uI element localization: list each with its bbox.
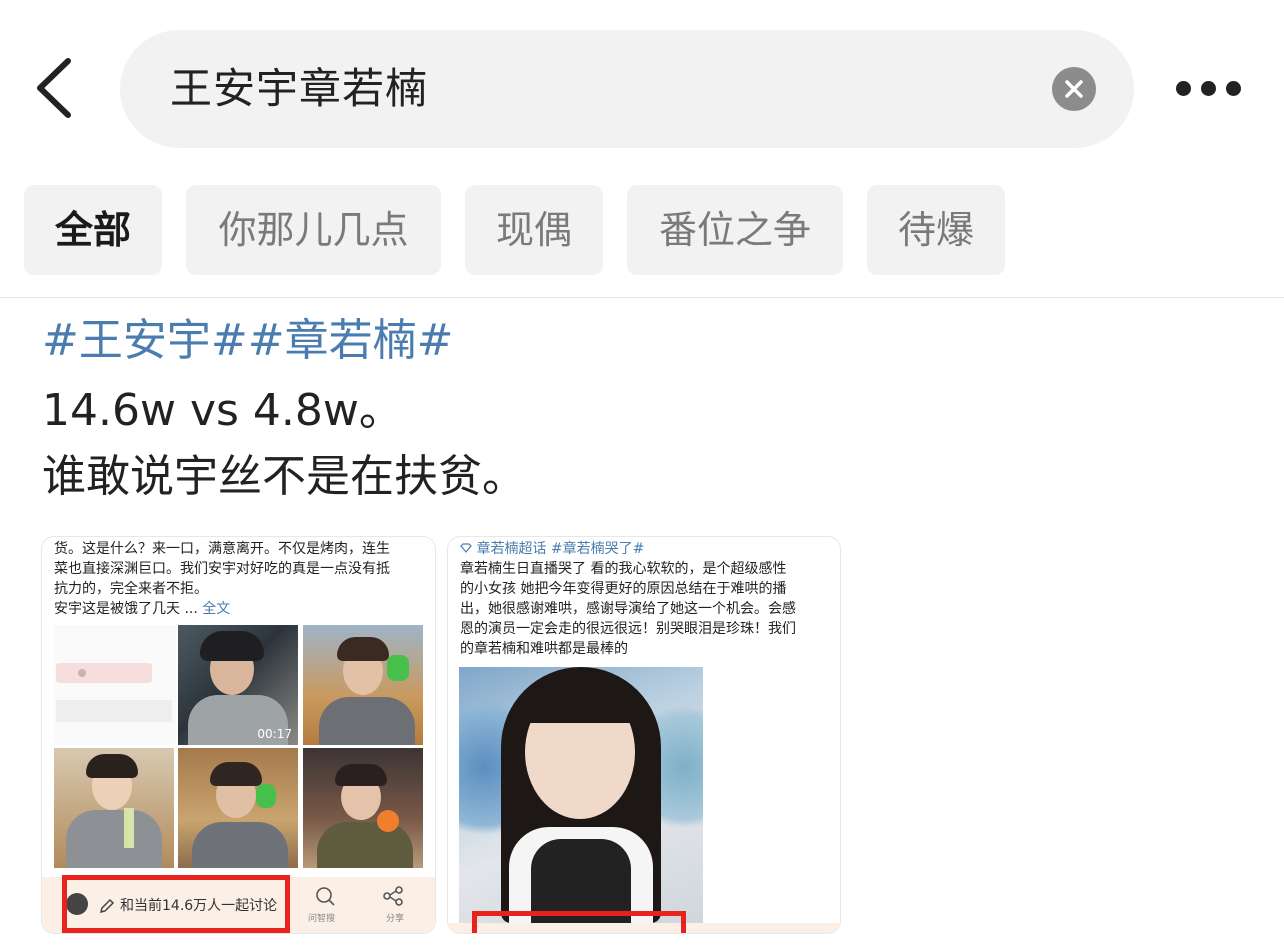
share-icon (383, 886, 403, 906)
post-text-line: 14.6w vs 4.8w。 (42, 385, 403, 436)
highlight-box (472, 911, 686, 933)
post-tags: #王安宇##章若楠# (42, 310, 1262, 372)
image-text-line: 安宇这是被饿了几天 ... 全文 (54, 601, 231, 617)
hashtag-link[interactable]: #王安宇# (42, 315, 248, 366)
photo-tile (54, 748, 174, 868)
diamond-icon (460, 543, 472, 553)
photo-tile (178, 748, 298, 868)
post-image-right[interactable]: 章若楠超话 #章若楠哭了# 章若楠生日直播哭了 看的我心软软的，是个超级感性 的… (448, 537, 840, 933)
post-image-left[interactable]: 货。这是什么？来一口，满意离开。不仅是烤肉，连生 菜也直接深渊巨口。我们安宇对好… (42, 537, 435, 933)
image-text-line: 菜也直接深渊巨口。我们安宇对好吃的真是一点没有抵 (54, 561, 390, 577)
more-dot-icon (1176, 81, 1191, 96)
chevron-left-icon (37, 58, 71, 118)
filter-chip-3[interactable]: 番位之争 (627, 185, 843, 275)
more-dot-icon (1201, 81, 1216, 96)
video-duration: 00:17 (257, 727, 292, 741)
hashtag-link[interactable]: #章若楠# (248, 315, 454, 366)
filter-chip-1[interactable]: 你那儿几点 (186, 185, 441, 275)
photo-tile: 00:17 (178, 625, 298, 745)
filter-chip-2[interactable]: 现偶 (465, 185, 603, 275)
image-text-line: 出，她很感谢难哄，感谢导演给了她这一个机会。会感 (460, 601, 796, 617)
filter-chip-4[interactable]: 待爆 (867, 185, 1005, 275)
full-text-link: 全文 (202, 601, 231, 617)
action-label: 问智搜 (308, 914, 336, 924)
action-label: 分享 (386, 914, 405, 924)
filter-chip-all[interactable]: 全部 (24, 185, 162, 275)
post: #王安宇##章若楠# 14.6w vs 4.8w。 谁敢说宇丝不是在扶贫。 (42, 310, 1262, 510)
ai-search-icon (316, 887, 335, 906)
photo-tile (303, 625, 423, 745)
more-dot-icon (1226, 81, 1241, 96)
image-text-line: 的小女孩 她把今年变得更好的原因总结在于难哄的播 (460, 581, 787, 597)
more-options-button[interactable] (1170, 76, 1246, 102)
back-button[interactable] (30, 55, 80, 121)
divider (0, 297, 1284, 298)
image-text-line: 货。这是什么？来一口，满意离开。不仅是烤肉，连生 (54, 541, 390, 557)
image-text-line: 的章若楠和难哄都是最棒的 (460, 641, 628, 657)
clear-search-button[interactable] (1052, 67, 1096, 111)
blurred-area (54, 625, 176, 745)
image-text-line: 恩的演员一定会走的很远很远！别哭眼泪是珍珠！我们 (460, 621, 796, 637)
close-icon (1065, 80, 1083, 98)
top-bar: 王安宇章若楠 (0, 0, 1284, 175)
photo-tile (303, 748, 423, 868)
search-input[interactable]: 王安宇章若楠 (120, 30, 1134, 148)
photo-tile (459, 667, 703, 923)
search-query: 王安宇章若楠 (170, 64, 429, 113)
image-tag-line: 章若楠超话 #章若楠哭了# (460, 539, 644, 559)
post-text-line: 谁敢说宇丝不是在扶贫。 (42, 451, 526, 502)
highlight-box (62, 875, 290, 933)
image-text-line: 章若楠生日直播哭了 看的我心软软的，是个超级感性 (460, 561, 787, 577)
image-text-line: 抗力的，完全来者不拒。 (54, 581, 208, 597)
